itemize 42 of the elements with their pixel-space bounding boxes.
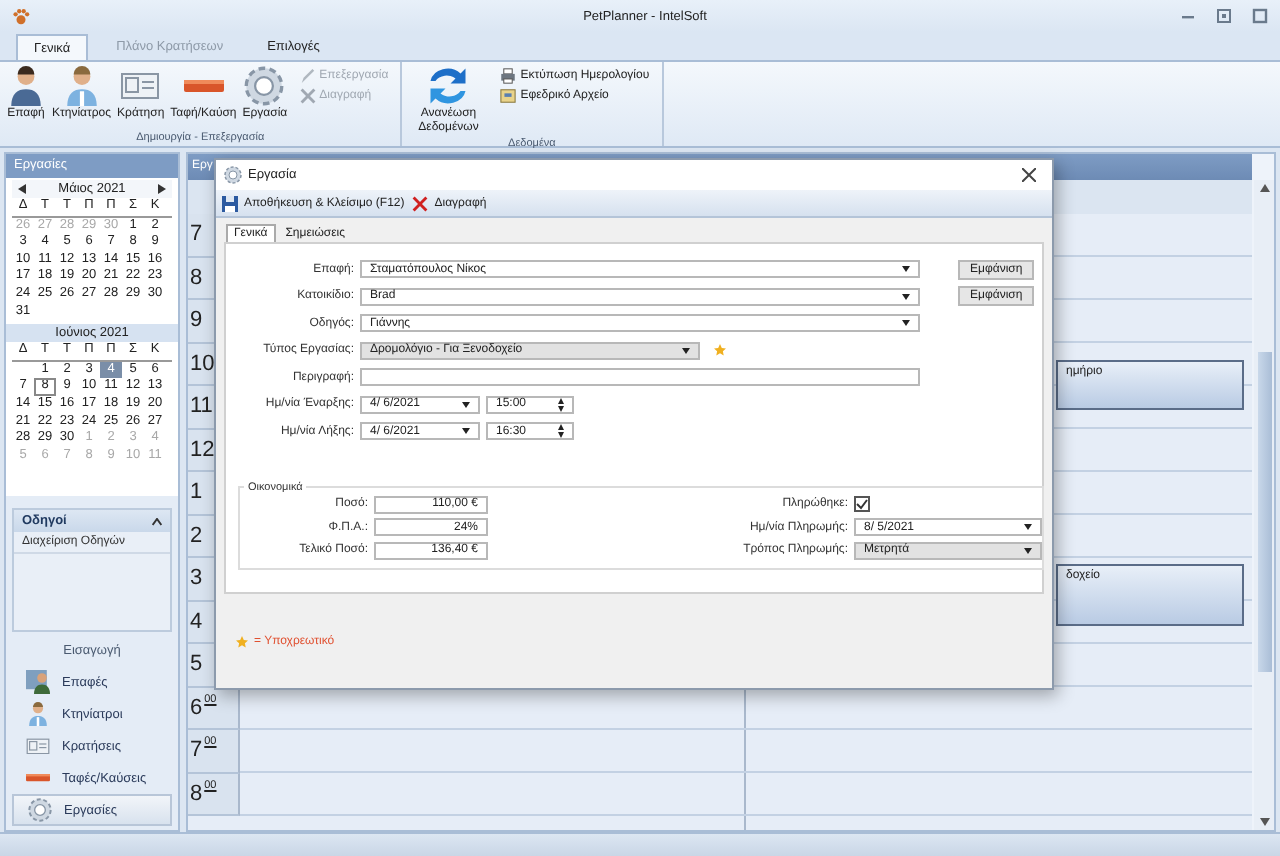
dropdown-icon[interactable] [902,320,910,327]
printer-icon [500,68,517,84]
bar-icon [183,80,224,92]
gear-icon [27,798,51,822]
card-icon [25,737,49,755]
dropdown-icon[interactable] [1024,524,1032,531]
close-icon[interactable] [1022,168,1036,182]
card-icon [120,72,161,100]
spinner-icon[interactable] [558,397,564,412]
dropdown-icon[interactable] [902,266,910,273]
scroll-thumb[interactable] [1257,352,1271,672]
delete-icon [299,88,316,104]
refresh-icon [428,66,469,106]
doctor-icon [61,66,102,106]
spinner-icon[interactable] [558,424,564,439]
collapse-icon[interactable] [152,517,162,525]
person-icon [6,66,46,106]
archive-icon [500,88,517,104]
contacts-icon [25,670,49,694]
pencil-icon [299,68,316,84]
bar-icon [25,774,49,782]
doctor-icon [25,702,49,726]
input-field[interactable] [360,368,920,387]
delete-icon [412,195,429,211]
save-icon [222,195,238,211]
star-icon [236,635,248,647]
scroll-down-icon[interactable] [1259,818,1269,826]
scrollbar[interactable] [1254,180,1274,830]
maximize-button[interactable] [1251,8,1268,24]
dropdown-icon[interactable] [682,347,690,354]
next-month-icon[interactable] [157,184,166,194]
paw-icon [12,7,30,25]
scroll-up-icon[interactable] [1259,184,1269,192]
gear-icon [224,166,242,184]
restore-button[interactable] [1215,8,1232,24]
dropdown-icon[interactable] [1024,547,1032,554]
checkbox[interactable] [854,496,870,513]
previous-month-icon[interactable] [18,184,26,194]
gear-icon [244,66,285,106]
dropdown-icon[interactable] [902,293,910,300]
dropdown-icon[interactable] [462,401,470,408]
dropdown-icon[interactable] [462,428,470,435]
